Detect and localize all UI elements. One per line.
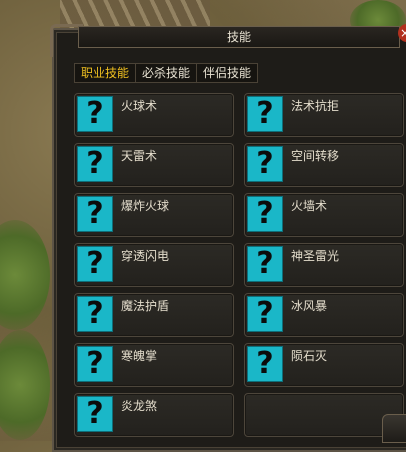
skill-slot[interactable]: ? 火墙术 [244, 193, 404, 237]
skills-window [52, 28, 406, 452]
skill-slot[interactable]: ? 冰风暴 [244, 293, 404, 337]
skill-slot[interactable]: ? 穿透闪电 [74, 243, 234, 287]
skill-name: 法术抗拒 [291, 99, 340, 113]
skill-tabs: 职业技能 必杀技能 伴侣技能 [74, 63, 259, 83]
unknown-skill-icon: ? [247, 246, 283, 282]
skill-slot[interactable]: ? 天雷术 [74, 143, 234, 187]
unknown-skill-icon: ? [77, 396, 113, 432]
unknown-skill-icon: ? [77, 96, 113, 132]
unknown-skill-icon: ? [77, 246, 113, 282]
skill-slot[interactable]: ? 爆炸火球 [74, 193, 234, 237]
skill-slot[interactable]: ? 空间转移 [244, 143, 404, 187]
tab-ultimate-skills[interactable]: 必杀技能 [136, 64, 198, 82]
skill-slot[interactable]: ? 神圣雷光 [244, 243, 404, 287]
skill-name: 炎龙煞 [121, 399, 158, 413]
skill-name: 穿透闪电 [121, 249, 170, 263]
unknown-skill-icon: ? [247, 146, 283, 182]
unknown-skill-icon: ? [77, 146, 113, 182]
skill-name: 冰风暴 [291, 299, 328, 313]
skill-name: 魔法护盾 [121, 299, 170, 313]
unknown-skill-icon: ? [247, 346, 283, 382]
skill-slot[interactable]: ? 陨石灭 [244, 343, 404, 387]
skill-name: 爆炸火球 [121, 199, 170, 213]
skill-name: 空间转移 [291, 149, 340, 163]
skill-slot[interactable]: ? 寒魄掌 [74, 343, 234, 387]
skill-name: 火球术 [121, 99, 158, 113]
skill-slot[interactable]: ? 法术抗拒 [244, 93, 404, 137]
unknown-skill-icon: ? [77, 196, 113, 232]
skill-name: 神圣雷光 [291, 249, 340, 263]
skill-name: 陨石灭 [291, 349, 328, 363]
tab-class-skills[interactable]: 职业技能 [75, 64, 137, 82]
unknown-skill-icon: ? [77, 296, 113, 332]
tab-partner-skills[interactable]: 伴侣技能 [197, 64, 257, 82]
unknown-skill-icon: ? [77, 346, 113, 382]
unknown-skill-icon: ? [247, 296, 283, 332]
skill-slot[interactable]: ? 火球术 [74, 93, 234, 137]
unknown-skill-icon: ? [247, 96, 283, 132]
tree-scenery [0, 330, 50, 440]
close-button[interactable]: × [398, 24, 406, 42]
tree-scenery [0, 220, 50, 330]
skill-name: 天雷术 [121, 149, 158, 163]
skill-name: 火墙术 [291, 199, 328, 213]
unknown-skill-icon: ? [247, 196, 283, 232]
empty-skill-slot[interactable] [244, 393, 404, 437]
skill-name: 寒魄掌 [121, 349, 158, 363]
window-title: 技能 [78, 26, 400, 48]
skill-slot[interactable]: ? 魔法护盾 [74, 293, 234, 337]
skill-slot[interactable]: ? 炎龙煞 [74, 393, 234, 437]
window-resize-handle[interactable] [382, 414, 406, 443]
